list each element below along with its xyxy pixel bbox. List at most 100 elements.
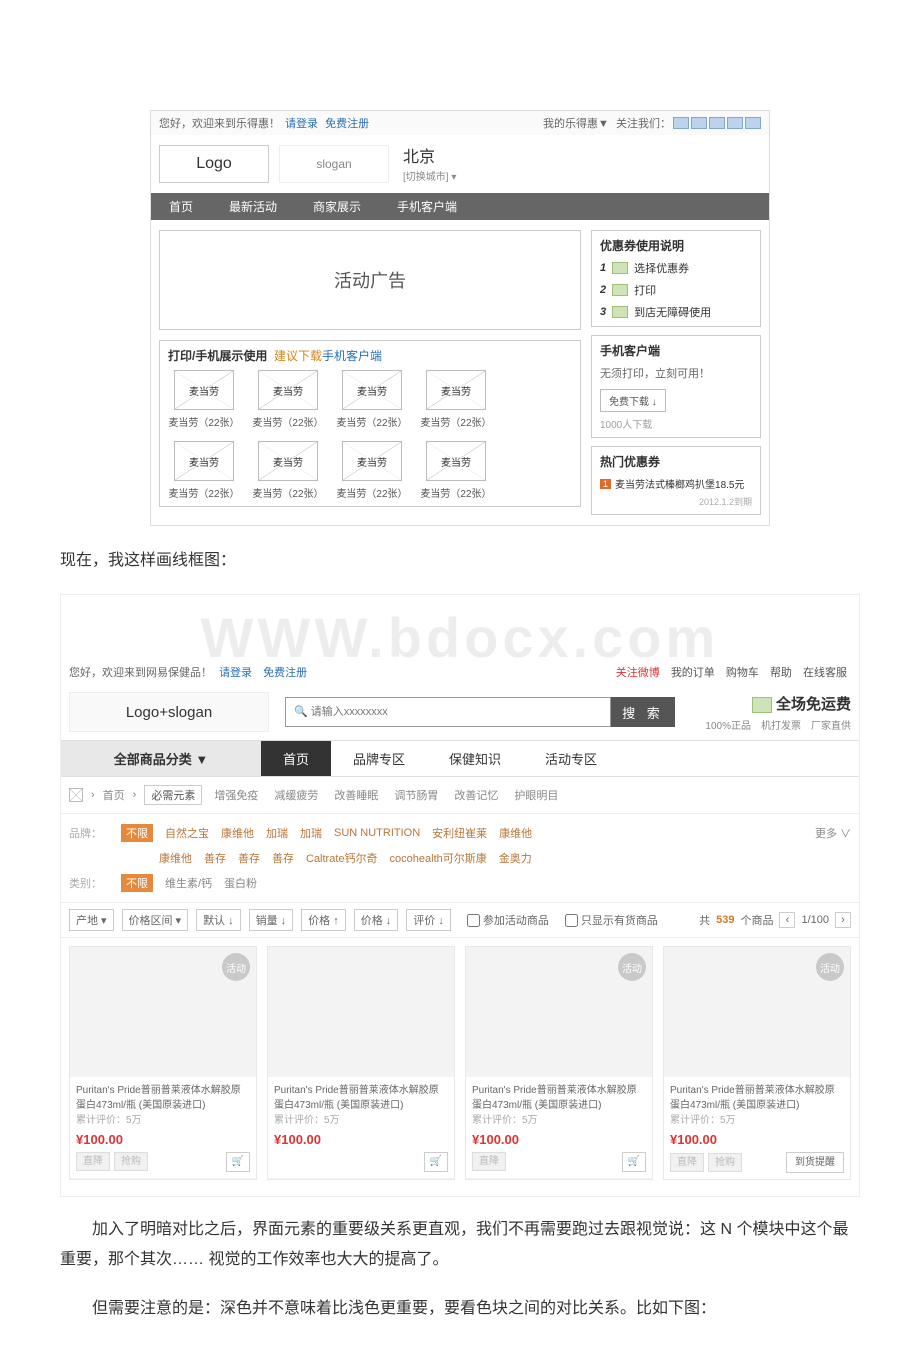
sort-button[interactable]: 评价 ↓ — [406, 909, 451, 931]
sort-bar: 产地 ▾ 价格区间 ▾ 默认 ↓ 销量 ↓ 价格 ↑ 价格 ↓ 评价 ↓ 参加活… — [61, 903, 859, 938]
coupon-section: 打印/手机展示使用 建议下载手机客户端 麦当劳麦当劳（22张） 麦当劳麦当劳（2… — [159, 340, 581, 507]
toplink[interactable]: 我的订单 — [671, 667, 715, 679]
hero-banner[interactable]: 活动广告 — [159, 230, 581, 330]
mobile-box: 手机客户端 无须打印，立刻可用！ 免费下载 ↓ 1000人下载 — [591, 335, 761, 438]
wf2-nav: 全部商品分类 ▼ 首页 品牌专区 保健知识 活动专区 — [61, 740, 859, 777]
nav-item[interactable]: 活动专区 — [523, 741, 619, 776]
register-link[interactable]: 免费注册 — [263, 667, 307, 679]
search-bar: 搜 索 — [285, 697, 675, 727]
logo[interactable]: Logo+slogan — [69, 692, 269, 732]
nav-item[interactable]: 保健知识 — [427, 741, 523, 776]
price-range-dropdown[interactable]: 价格区间 ▾ — [122, 909, 189, 931]
placeholder-image: 麦当劳 — [342, 441, 402, 481]
promo-icon — [752, 697, 772, 713]
stock-checkbox[interactable] — [565, 914, 578, 927]
client-link[interactable]: 手机客户端 — [322, 349, 382, 363]
hot-coupon-box: 热门优惠券 1麦当劳法式榛榔鸡扒堡18.5元 2012.1.2到期 — [591, 446, 761, 515]
coupon-item[interactable]: 麦当劳麦当劳（22张） — [336, 441, 408, 500]
social-icon[interactable] — [709, 117, 725, 129]
social-icon[interactable] — [745, 117, 761, 129]
coupon-item[interactable]: 麦当劳麦当劳（22张） — [252, 370, 324, 429]
slogan: slogan — [279, 145, 389, 183]
next-page[interactable]: › — [835, 912, 851, 928]
city-selector[interactable]: 北京 [切换城市] ▾ — [399, 143, 456, 185]
wf1-header: Logo slogan 北京 [切换城市] ▾ — [151, 135, 769, 193]
step-icon — [612, 284, 628, 296]
instructions-box: 优惠券使用说明 1选择优惠券 2打印 3到店无障碍使用 — [591, 230, 761, 327]
social-icon[interactable] — [673, 117, 689, 129]
coupon-item[interactable]: 麦当劳麦当劳（22张） — [252, 441, 324, 500]
cart-icon[interactable]: 🛒 — [622, 1152, 646, 1172]
sort-button[interactable]: 销量 ↓ — [249, 909, 294, 931]
download-button[interactable]: 免费下载 ↓ — [600, 389, 666, 412]
my-account[interactable]: 我的乐得惠▼ — [543, 115, 609, 131]
sort-button[interactable]: 默认 ↓ — [196, 909, 241, 931]
origin-dropdown[interactable]: 产地 ▾ — [69, 909, 114, 931]
product-grid: 活动 Puritan's Pride普丽普莱液体水解胶原蛋白473ml/瓶 (美… — [61, 938, 859, 1188]
wf2-topbar: 您好，欢迎来到网易保健品！ 请登录 免费注册 关注微博 我的订单 购物车 帮助 … — [61, 660, 859, 684]
toplink[interactable]: 关注微博 — [616, 667, 660, 679]
nav-item[interactable]: 首页 — [261, 741, 331, 776]
sort-button[interactable]: 价格 ↑ — [301, 909, 346, 931]
social-icon[interactable] — [727, 117, 743, 129]
filter-all[interactable]: 不限 — [121, 824, 153, 842]
greeting: 您好，欢迎来到乐得惠！ — [159, 118, 280, 130]
paragraph: 加入了明暗对比之后，界面元素的重要级关系更直观，我们不再需要跑过去跟视觉说：这 … — [60, 1215, 860, 1276]
wireframe-2: WWW.bdocx.com 您好，欢迎来到网易保健品！ 请登录 免费注册 关注微… — [60, 594, 860, 1197]
close-icon[interactable] — [69, 788, 83, 802]
remind-button[interactable]: 到货提醒 — [786, 1152, 844, 1173]
nav-item[interactable]: 品牌专区 — [331, 741, 427, 776]
nav-item[interactable]: 商家展示 — [295, 193, 379, 220]
product-card[interactable]: 活动 Puritan's Pride普丽普莱液体水解胶原蛋白473ml/瓶 (美… — [465, 946, 653, 1180]
nav-item[interactable]: 最新活动 — [211, 193, 295, 220]
login-link[interactable]: 请登录 — [219, 667, 252, 679]
coupon-item[interactable]: 麦当劳麦当劳（22张） — [336, 370, 408, 429]
placeholder-image: 麦当劳 — [342, 370, 402, 410]
wireframe-1: 您好，欢迎来到乐得惠！ 请登录 免费注册 我的乐得惠▼ 关注我们： Logo s… — [150, 110, 770, 526]
coupon-item[interactable]: 麦当劳麦当劳（22张） — [168, 370, 240, 429]
category-dropdown[interactable]: 全部商品分类 ▼ — [61, 741, 261, 776]
paragraph: 现在，我这样画线框图： — [60, 546, 860, 576]
step-icon — [612, 306, 628, 318]
product-card[interactable]: 活动 Puritan's Pride普丽普莱液体水解胶原蛋白473ml/瓶 (美… — [69, 946, 257, 1180]
coupon-item[interactable]: 麦当劳麦当劳（22张） — [420, 441, 492, 500]
more-toggle[interactable]: 更多 ∨ — [815, 825, 851, 841]
coupon-item[interactable]: 麦当劳麦当劳（22张） — [420, 370, 492, 429]
placeholder-image: 麦当劳 — [258, 441, 318, 481]
promo-box: 全场免运费 100%正品 机打发票 厂家直供 — [691, 693, 851, 732]
filter-all[interactable]: 不限 — [121, 874, 153, 892]
search-button[interactable]: 搜 索 — [611, 697, 675, 727]
follow-label: 关注我们： — [616, 115, 671, 131]
prev-page[interactable]: ‹ — [779, 912, 795, 928]
login-link[interactable]: 请登录 — [285, 118, 318, 130]
filter-panel: 品牌： 不限 自然之宝 康维他 加瑞 加瑞 SUN NUTRITION 安利纽崔… — [61, 813, 859, 903]
coupon-item[interactable]: 麦当劳麦当劳（22张） — [168, 441, 240, 500]
step-icon — [612, 262, 628, 274]
nav-item[interactable]: 手机客户端 — [379, 193, 475, 220]
promo-badge: 活动 — [618, 953, 646, 981]
placeholder-image: 麦当劳 — [426, 441, 486, 481]
breadcrumb: › 首页 › 必需元素 增强免疫 减缓疲劳 改善睡眠 调节肠胃 改善记忆 护眼明… — [61, 777, 859, 813]
cart-icon[interactable]: 🛒 — [226, 1152, 250, 1172]
toplink[interactable]: 在线客服 — [803, 667, 847, 679]
social-icon[interactable] — [691, 117, 707, 129]
promo-checkbox[interactable] — [467, 914, 480, 927]
wf1-topbar: 您好，欢迎来到乐得惠！ 请登录 免费注册 我的乐得惠▼ 关注我们： — [151, 111, 769, 135]
cart-icon[interactable]: 🛒 — [424, 1152, 448, 1172]
register-link[interactable]: 免费注册 — [325, 118, 369, 130]
placeholder-image: 麦当劳 — [174, 441, 234, 481]
product-card[interactable]: Puritan's Pride普丽普莱液体水解胶原蛋白473ml/瓶 (美国原装… — [267, 946, 455, 1180]
sort-button[interactable]: 价格 ↓ — [354, 909, 399, 931]
promo-badge: 活动 — [222, 953, 250, 981]
product-card[interactable]: 活动 Puritan's Pride普丽普莱液体水解胶原蛋白473ml/瓶 (美… — [663, 946, 851, 1180]
toplink[interactable]: 帮助 — [770, 667, 792, 679]
nav-item[interactable]: 首页 — [151, 193, 211, 220]
search-input[interactable] — [285, 697, 611, 727]
placeholder-image: 麦当劳 — [258, 370, 318, 410]
toplink[interactable]: 购物车 — [726, 667, 759, 679]
wf1-nav: 首页 最新活动 商家展示 手机客户端 — [151, 193, 769, 220]
logo[interactable]: Logo — [159, 145, 269, 183]
promo-badge: 活动 — [816, 953, 844, 981]
section-title: 打印/手机展示使用 — [168, 349, 267, 363]
paragraph: 但需要注意的是：深色并不意味着比浅色更重要，要看色块之间的对比关系。比如下图： — [60, 1294, 860, 1324]
